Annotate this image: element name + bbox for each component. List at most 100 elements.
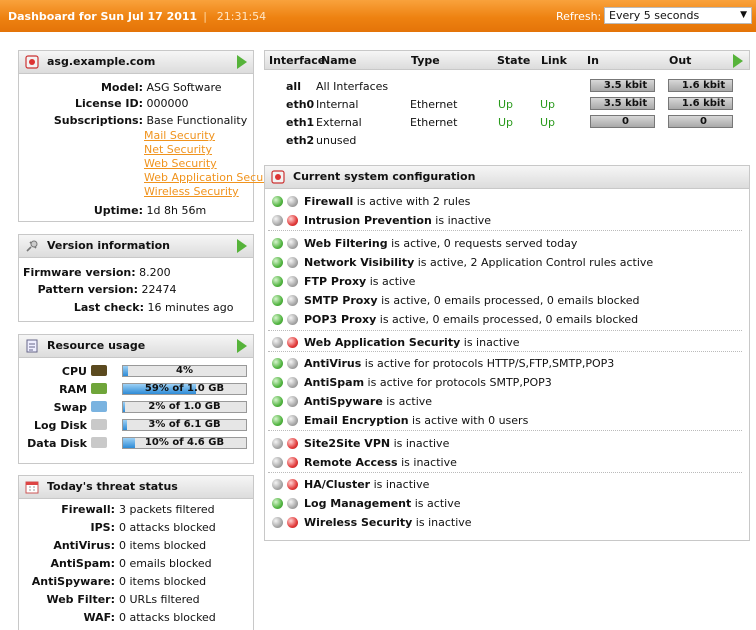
interface-table: Interface Name Type State Link In Out al… [264, 50, 750, 154]
pattern-row: Pattern version: 22474 [37, 283, 177, 296]
config-feature-status: is active, 0 emails processed, 0 emails … [376, 313, 639, 326]
config-text: Log Management is active [304, 497, 460, 510]
config-text: Network Visibility is active, 2 Applicat… [304, 256, 653, 269]
cell-name: Internal [316, 98, 359, 111]
link-net-security[interactable]: Net Security [144, 143, 212, 156]
threat-label: Web Filter: [46, 593, 115, 606]
config-feature-name: AntiVirus [304, 357, 362, 370]
interface-table-header: Interface Name Type State Link In Out [264, 50, 750, 70]
calendar-icon [25, 481, 39, 494]
divider [268, 472, 742, 473]
status-light-icon [287, 517, 298, 528]
config-feature-status: is inactive [412, 516, 472, 529]
status-light-icon [287, 358, 298, 369]
config-text: Firewall is active with 2 rules [304, 195, 470, 208]
config-feature-name: Log Management [304, 497, 412, 510]
last-check-row: Last check: 16 minutes ago [73, 301, 234, 314]
version-panel: Version information Firmware version: 8.… [18, 234, 254, 322]
threat-value: 3 packets filtered [119, 503, 215, 516]
threat-row: AntiSpyware: 0 items blocked [19, 575, 206, 588]
refresh-select[interactable]: Every 5 seconds ▼ [604, 7, 752, 24]
status-light-icon [272, 276, 283, 287]
status-light-icon [272, 457, 283, 468]
play-icon[interactable] [237, 55, 247, 69]
usage-bar-log-disk: 3% of 6.1 GB [122, 419, 247, 431]
threat-label: AntiSpyware: [31, 575, 115, 588]
divider [268, 351, 742, 352]
config-title: Current system configuration [293, 170, 476, 183]
config-text: POP3 Proxy is active, 0 emails processed… [304, 313, 638, 326]
resource-label-log-disk: Log Disk [33, 419, 87, 432]
status-light-icon [287, 415, 298, 426]
link-mail-security[interactable]: Mail Security [144, 129, 215, 142]
threat-row: IPS: 0 attacks blocked [19, 521, 216, 534]
divider [268, 430, 742, 431]
status-light-icon [287, 314, 298, 325]
interface-row: all All Interfaces 3.5 kbit 1.6 kbit [264, 78, 750, 96]
version-title: Version information [47, 239, 171, 252]
disk-icon [91, 437, 107, 448]
status-light-icon [272, 396, 283, 407]
dashboard-title: Dashboard for Sun Jul 17 2011 | 21:31:54 [8, 10, 267, 23]
resource-panel: Resource usage CPU 4% RAM 59% of 1.0 GB Swap… [18, 334, 254, 464]
threat-label: IPS: [90, 521, 115, 534]
threat-label: Firewall: [61, 503, 115, 516]
satellite-icon [26, 240, 38, 252]
config-feature-name: Intrusion Prevention [304, 214, 432, 227]
status-light-icon [272, 377, 283, 388]
play-icon[interactable] [237, 239, 247, 253]
interface-row: eth0 Internal Ethernet Up Up 3.5 kbit 1.6 kbit [264, 96, 750, 114]
resource-panel-header: Resource usage [19, 335, 253, 358]
config-text: Site2Site VPN is inactive [304, 437, 449, 450]
threat-row: WAF: 0 attacks blocked [19, 611, 216, 624]
model-row: Model: ASG Software [100, 81, 222, 94]
usage-value: 3% of 6.1 GB [148, 419, 221, 430]
usage-value: 10% of 4.6 GB [144, 437, 225, 448]
link-web-application-security[interactable]: Web Application Security [144, 171, 282, 184]
interface-row: eth2 unused [264, 132, 750, 150]
config-feature-name: Site2Site VPN [304, 437, 391, 450]
cell-name: All Interfaces [316, 80, 389, 93]
usage-bar-ram: 59% of 1.0 GB [122, 383, 247, 395]
threat-label: WAF: [83, 611, 115, 624]
status-light-icon [272, 498, 283, 509]
config-text: Web Application Security is inactive [304, 336, 520, 349]
firmware-row: Firmware version: 8.200 [23, 266, 171, 279]
cell-iface: eth1 [286, 116, 315, 129]
config-feature-name: Email Encryption [304, 414, 409, 427]
config-text: Wireless Security is inactive [304, 516, 472, 529]
config-feature-status: is active with 0 users [408, 414, 529, 427]
threat-value: 0 attacks blocked [119, 611, 216, 624]
cell-iface: eth0 [286, 98, 315, 111]
traffic-in: 3.5 kbit [590, 97, 655, 110]
link-wireless-security[interactable]: Wireless Security [144, 185, 239, 198]
status-light-icon [287, 498, 298, 509]
col-type: Type [411, 54, 440, 67]
play-icon[interactable] [733, 54, 743, 68]
col-in: In [587, 54, 599, 67]
resource-label-data-disk: Data Disk [27, 437, 87, 450]
config-feature-status: is active [382, 395, 433, 408]
chip-icon [91, 365, 107, 376]
link-web-security[interactable]: Web Security [144, 157, 217, 170]
traffic-out: 1.6 kbit [668, 97, 733, 110]
cell-name: unused [316, 134, 357, 147]
interface-row: eth1 External Ethernet Up Up 0 0 [264, 114, 750, 132]
threat-row: AntiVirus: 0 items blocked [19, 539, 206, 552]
threat-row: Web Filter: 0 URLs filtered [19, 593, 199, 606]
config-feature-status: is active, 0 emails processed, 0 emails … [377, 294, 640, 307]
config-feature-status: is active with 2 rules [353, 195, 471, 208]
cell-link: Up [540, 98, 556, 111]
swap-icon [91, 401, 107, 412]
config-feature-status: is active [366, 275, 416, 288]
play-icon[interactable] [237, 339, 247, 353]
threat-value: 0 items blocked [119, 575, 207, 588]
status-light-icon [287, 215, 298, 226]
clipboard-icon [26, 339, 38, 353]
config-feature-name: HA/Cluster [304, 478, 371, 491]
col-name: Name [321, 54, 357, 67]
host-panel: asg.example.com Model: ASG Software Lice… [18, 50, 282, 222]
status-light-icon [272, 238, 283, 249]
threat-value: 0 attacks blocked [119, 521, 216, 534]
config-feature-status: is inactive [370, 478, 430, 491]
